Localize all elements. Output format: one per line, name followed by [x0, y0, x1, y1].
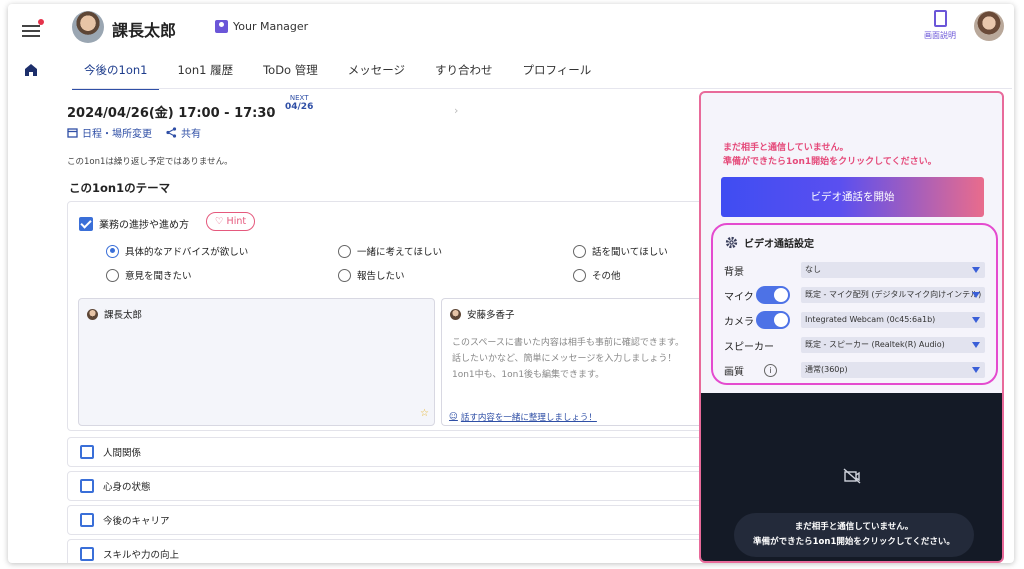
- app-window: 課長太郎 Your Manager 画面説明 今後の1on1 1on1 履歴 T…: [8, 4, 1014, 563]
- option-report[interactable]: 報告したい: [338, 268, 405, 282]
- radio-icon: [338, 244, 351, 258]
- setting-mic: マイク 既定 - マイク配列 (デジタルマイク向けインテル): [724, 286, 988, 304]
- setting-background: 背景 なし: [724, 261, 988, 279]
- chevron-right-icon[interactable]: ›: [454, 104, 458, 117]
- setting-quality: 画質 i 通常(360p): [724, 361, 988, 379]
- video-call-panel: まだ相手と通信していません。 準備ができたら1on1開始をクリックしてください。…: [699, 91, 1004, 563]
- calendar-icon: [67, 128, 78, 138]
- option-listen[interactable]: 話を聞いてほしい: [573, 244, 668, 258]
- topic-row-career[interactable]: 今後のキャリア: [67, 505, 707, 535]
- tab-divider: [72, 88, 1012, 89]
- owner-memo-header: 課長太郎: [87, 307, 142, 321]
- camera-off-icon: [843, 468, 861, 484]
- tab-profile[interactable]: プロフィール: [511, 62, 604, 90]
- radio-icon: [573, 268, 586, 282]
- schedule-change-link[interactable]: 日程・場所変更: [67, 125, 152, 140]
- topic-row-skills[interactable]: スキルや力の向上: [67, 539, 707, 563]
- topic-row-relationships[interactable]: 人間関係: [67, 437, 707, 467]
- setting-camera: カメラ Integrated Webcam (0c45:6a1b): [724, 311, 988, 329]
- option-think-together[interactable]: 一緒に考えてほしい: [338, 244, 442, 258]
- user-badge-icon: [215, 20, 228, 33]
- tab-upcoming[interactable]: 今後の1on1: [72, 62, 160, 90]
- option-other[interactable]: その他: [573, 268, 621, 282]
- owner-memo[interactable]: 課長太郎 ☆: [78, 298, 435, 426]
- connection-warning: まだ相手と通信していません。 準備ができたら1on1開始をクリックしてください。: [723, 143, 937, 167]
- avatar: [87, 308, 98, 320]
- option-opinion[interactable]: 意見を聞きたい: [106, 268, 192, 282]
- tab-history[interactable]: 1on1 履歴: [165, 62, 245, 90]
- quality-select[interactable]: 通常(360p): [801, 362, 985, 378]
- radio-icon: [106, 268, 119, 282]
- user-name: 課長太郎: [112, 21, 177, 40]
- menu-icon[interactable]: [22, 19, 44, 38]
- video-status-message: まだ相手と通信していません。 準備ができたら1on1開始をクリックしてください。: [734, 513, 974, 557]
- hint-button[interactable]: ♡ Hint: [206, 212, 256, 231]
- start-video-button[interactable]: ビデオ通話を開始: [721, 177, 984, 217]
- partner-memo[interactable]: 安藤多香子 このスペースに書いた内容は相手も事前に確認できます。 話したいかなど…: [441, 298, 711, 426]
- main-tabs: 今後の1on1 1on1 履歴 ToDo 管理 メッセージ すり合わせ プロフィ…: [72, 62, 609, 90]
- background-select[interactable]: なし: [801, 262, 985, 278]
- partner-memo-header: 安藤多香子: [450, 307, 515, 321]
- topic-progress: 業務の進捗や進め方: [79, 216, 189, 231]
- settings-title: ビデオ通話設定: [725, 235, 814, 250]
- account-avatar[interactable]: [974, 11, 1004, 41]
- radio-icon: [106, 244, 119, 258]
- topic-checkbox[interactable]: [80, 445, 94, 459]
- repeat-note: この1on1は繰り返し予定ではありません。: [67, 157, 233, 167]
- topic-checkbox[interactable]: [80, 513, 94, 527]
- mic-toggle[interactable]: [756, 286, 790, 304]
- video-preview: まだ相手と通信していません。 準備ができたら1on1開始をクリックしてください。: [701, 393, 1002, 561]
- manager-badge: Your Manager: [215, 20, 308, 33]
- speaker-select[interactable]: 既定 - スピーカー (Realtek(R) Audio): [801, 337, 985, 353]
- memo-placeholder: このスペースに書いた内容は相手も事前に確認できます。 話したいかなど、簡単にメッ…: [452, 338, 685, 380]
- share-link[interactable]: 共有: [166, 125, 201, 140]
- camera-toggle[interactable]: [756, 311, 790, 329]
- video-settings: ビデオ通話設定 背景 なし マイク 既定 - マイク配列 (デジタルマイク向けイ…: [711, 223, 998, 385]
- camera-select[interactable]: Integrated Webcam (0c45:6a1b): [801, 312, 985, 328]
- mic-select[interactable]: 既定 - マイク配列 (デジタルマイク向けインテル): [801, 287, 985, 303]
- radio-icon: [338, 268, 351, 282]
- notification-dot: [38, 19, 44, 25]
- home-icon[interactable]: [23, 62, 39, 78]
- book-icon: [933, 10, 947, 27]
- session-datetime: 2024/04/26(金) 17:00 - 17:30: [67, 106, 276, 121]
- organize-topics-link[interactable]: ☺ 話す内容を一緒に整理しましょう！: [449, 411, 597, 423]
- topic-row-wellbeing[interactable]: 心身の状態: [67, 471, 707, 501]
- option-advice[interactable]: 具体的なアドバイスが欲しい: [106, 244, 248, 258]
- topic-checkbox[interactable]: [79, 216, 93, 231]
- theme-heading: この1on1のテーマ: [69, 181, 171, 195]
- chevron-left-icon[interactable]: ‹: [267, 104, 271, 117]
- tab-messages[interactable]: メッセージ: [336, 62, 417, 90]
- tab-todo[interactable]: ToDo 管理: [251, 62, 330, 90]
- info-icon[interactable]: i: [764, 363, 777, 377]
- smile-icon: ☺: [449, 412, 458, 422]
- radio-icon: [573, 244, 586, 258]
- topic-card: 業務の進捗や進め方 ♡ Hint 具体的なアドバイスが欲しい 一緒に考えてほしい…: [67, 201, 711, 431]
- star-icon[interactable]: ☆: [420, 408, 429, 419]
- tab-alignment[interactable]: すり合わせ: [423, 62, 505, 90]
- topic-checkbox[interactable]: [80, 479, 94, 493]
- setting-speaker: スピーカー 既定 - スピーカー (Realtek(R) Audio): [724, 336, 988, 354]
- avatar: [72, 11, 104, 43]
- next-session-link[interactable]: NEXT 04/26: [285, 94, 313, 112]
- gear-icon: [725, 236, 738, 249]
- help-button[interactable]: 画面説明: [920, 10, 960, 41]
- topic-checkbox[interactable]: [80, 547, 94, 561]
- session-actions: 日程・場所変更 共有: [67, 125, 201, 140]
- avatar: [450, 308, 461, 320]
- share-icon: [166, 127, 177, 138]
